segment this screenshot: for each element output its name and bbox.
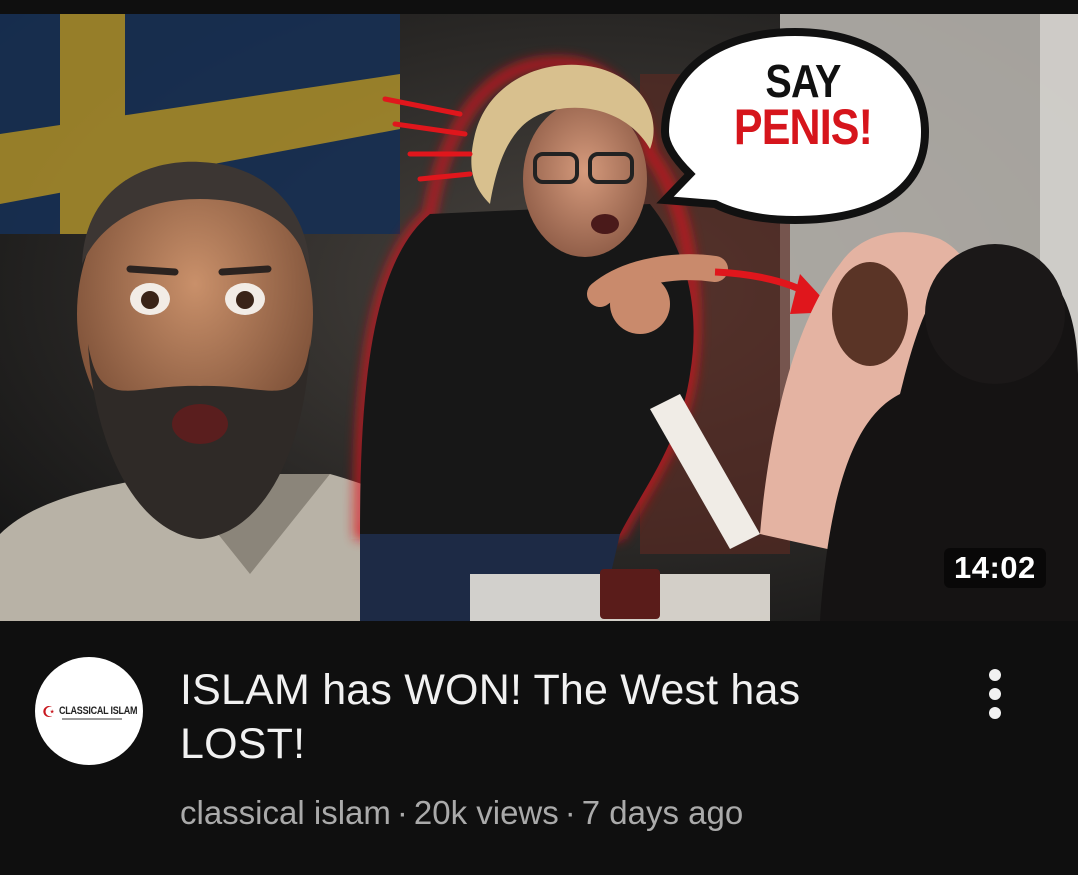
meta-separator: · xyxy=(396,794,408,831)
video-title[interactable]: ISLAM has WON! The West has LOST! xyxy=(180,663,900,771)
thumbnail-scene xyxy=(0,14,1078,621)
view-count: 20k views xyxy=(413,794,559,831)
channel-logo-text: CLASSICAL ISLAM xyxy=(59,705,138,717)
channel-avatar[interactable]: ☪ CLASSICAL ISLAM xyxy=(35,657,143,765)
meta-separator-2: · xyxy=(564,794,576,831)
video-info-row: ☪ CLASSICAL ISLAM ISLAM has WON! The Wes… xyxy=(0,621,1078,875)
speech-bubble-text: SAY PENIS! xyxy=(704,55,902,155)
channel-name-link[interactable]: classical islam xyxy=(180,794,391,831)
duration-badge: 14:02 xyxy=(944,548,1046,588)
video-meta: classical islam · 20k views · 7 days ago xyxy=(180,793,743,833)
crescent-star-icon: ☪ xyxy=(42,704,56,721)
vertical-ellipsis-icon xyxy=(989,669,1001,719)
video-thumbnail[interactable]: SAY PENIS! 14:02 xyxy=(0,14,1078,621)
speech-line-penis: PENIS! xyxy=(733,99,873,155)
cup xyxy=(600,569,660,619)
speech-line-say: SAY xyxy=(765,55,841,107)
channel-logo: ☪ CLASSICAL ISLAM xyxy=(42,703,143,723)
top-strip xyxy=(0,0,1078,14)
logo-subline xyxy=(62,718,122,720)
upload-age: 7 days ago xyxy=(581,794,744,831)
more-options-button[interactable] xyxy=(972,665,1018,723)
